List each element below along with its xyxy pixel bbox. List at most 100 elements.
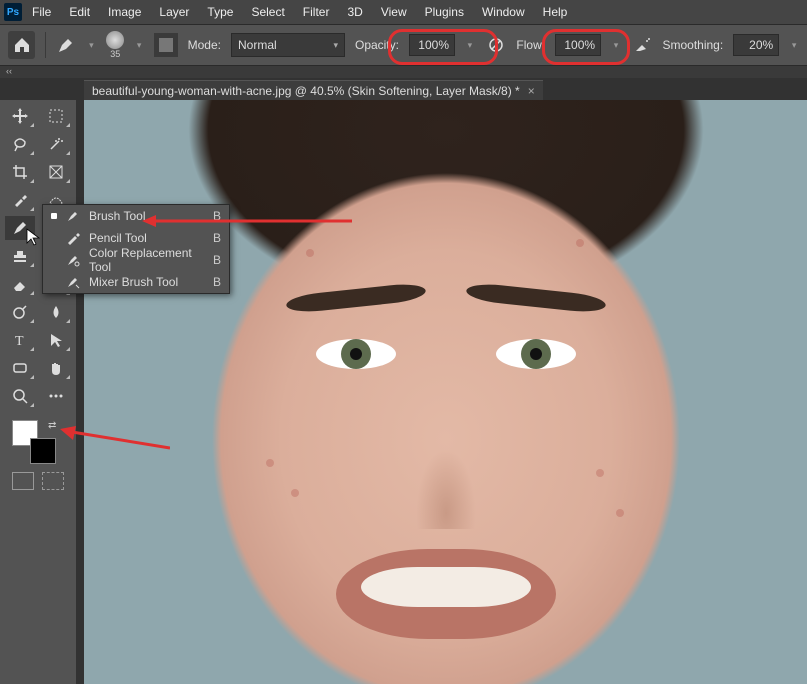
swap-colors-icon[interactable]: ⇄	[48, 420, 56, 431]
move-tool[interactable]	[5, 104, 35, 128]
opacity-chevron-icon[interactable]: ▾	[465, 40, 475, 51]
menu-plugins[interactable]: Plugins	[417, 2, 472, 22]
hand-tool[interactable]	[41, 356, 71, 380]
type-icon: T	[11, 331, 29, 349]
document-title: beautiful-young-woman-with-acne.jpg @ 40…	[92, 84, 520, 98]
menu-help[interactable]: Help	[535, 2, 576, 22]
brush-icon	[56, 35, 76, 55]
background-color-swatch[interactable]	[30, 438, 56, 464]
move-icon	[11, 107, 29, 125]
opacity-label: Opacity:	[355, 38, 399, 52]
menu-layer[interactable]: Layer	[151, 2, 197, 22]
opacity-input[interactable]: 100%	[409, 34, 455, 56]
eyedropper-tool[interactable]	[5, 188, 35, 212]
pen-tool[interactable]	[5, 300, 35, 324]
flyout-shortcut: B	[213, 275, 221, 289]
image-face	[196, 129, 696, 684]
dodge-icon	[11, 303, 29, 321]
blur-icon	[47, 303, 65, 321]
flow-chevron-icon[interactable]: ▾	[611, 40, 621, 51]
airbrush-toggle[interactable]	[631, 34, 653, 56]
panel-collapse-handle[interactable]: ‹‹	[0, 66, 807, 78]
mixer-brush-icon	[65, 275, 81, 289]
crop-tool[interactable]	[5, 160, 35, 184]
brush-tool-flyout: Brush Tool B Pencil Tool B Color Replace…	[42, 204, 230, 294]
quick-mask-row	[0, 472, 76, 490]
menu-view[interactable]: View	[373, 2, 415, 22]
frame-tool[interactable]	[41, 160, 71, 184]
mouse-cursor-icon	[26, 228, 42, 248]
eraser-tool[interactable]	[5, 272, 35, 296]
home-button[interactable]	[8, 31, 35, 59]
mode-value: Normal	[238, 38, 277, 52]
magic-wand-tool[interactable]	[41, 132, 71, 156]
menu-bar: Ps File Edit Image Layer Type Select Fil…	[0, 0, 807, 24]
mode-combo[interactable]: Normal ▾	[231, 33, 345, 57]
menu-edit[interactable]: Edit	[61, 2, 98, 22]
document-image[interactable]	[84, 100, 807, 684]
main-area: T ⇄	[0, 100, 807, 684]
flyout-shortcut: B	[213, 253, 221, 267]
flyout-mixer-brush-tool[interactable]: Mixer Brush Tool B	[43, 271, 229, 293]
flyout-label: Brush Tool	[89, 209, 205, 223]
color-swatches: ⇄	[0, 420, 76, 466]
smoothing-value: 20%	[749, 38, 773, 52]
hand-icon	[47, 359, 65, 377]
blur-tool[interactable]	[41, 300, 71, 324]
flow-input[interactable]: 100%	[555, 34, 601, 56]
zoom-tool[interactable]	[5, 384, 35, 408]
canvas-area	[76, 100, 807, 684]
menu-image[interactable]: Image	[100, 2, 149, 22]
brush-icon	[65, 209, 81, 223]
brush-preview[interactable]: 35	[106, 31, 124, 59]
menu-file[interactable]: File	[24, 2, 59, 22]
image-eyebrow	[465, 281, 606, 314]
menu-3d[interactable]: 3D	[339, 2, 370, 22]
flyout-label: Color Replacement Tool	[89, 246, 205, 274]
edit-toolbar[interactable]	[41, 384, 71, 408]
image-eye	[316, 339, 396, 369]
options-bar: ▾ 35 ▾ Mode: Normal ▾ Opacity: 100% ▾ Fl…	[0, 24, 807, 66]
menu-type[interactable]: Type	[199, 2, 241, 22]
flyout-color-replacement-tool[interactable]: Color Replacement Tool B	[43, 249, 229, 271]
screen-mode-toggle[interactable]	[42, 472, 64, 490]
brush-panel-toggle[interactable]	[154, 33, 178, 57]
arrow-icon	[47, 331, 65, 349]
menu-filter[interactable]: Filter	[295, 2, 338, 22]
image-nose	[416, 449, 476, 529]
tool-preset-chevron-icon[interactable]: ▾	[86, 40, 96, 51]
pressure-opacity-icon	[487, 36, 505, 54]
eraser-icon	[11, 275, 29, 293]
lasso-tool[interactable]	[5, 132, 35, 156]
brush-picker-chevron-icon[interactable]: ▾	[134, 40, 144, 51]
rect-icon	[11, 359, 29, 377]
close-tab-icon[interactable]: ×	[528, 84, 535, 98]
document-tab[interactable]: beautiful-young-woman-with-acne.jpg @ 40…	[84, 80, 543, 101]
menu-select[interactable]: Select	[243, 2, 292, 22]
zoom-icon	[11, 387, 29, 405]
app-logo: Ps	[4, 3, 22, 21]
flyout-shortcut: B	[213, 209, 221, 223]
pressure-opacity-toggle[interactable]	[485, 34, 507, 56]
flyout-label: Pencil Tool	[89, 231, 205, 245]
brush-tip-icon	[106, 31, 124, 49]
smoothing-chevron-icon[interactable]: ▾	[789, 40, 799, 51]
path-selection-tool[interactable]	[41, 328, 71, 352]
menu-window[interactable]: Window	[474, 2, 533, 22]
quick-mask-toggle[interactable]	[12, 472, 34, 490]
type-tool[interactable]: T	[5, 328, 35, 352]
smoothing-label: Smoothing:	[662, 38, 723, 52]
crop-icon	[11, 163, 29, 181]
chevron-down-icon: ▾	[333, 40, 338, 51]
mode-label: Mode:	[188, 38, 221, 52]
image-eye	[496, 339, 576, 369]
brush-panel-icon	[159, 38, 173, 52]
marquee-icon	[47, 107, 65, 125]
tool-preset-picker[interactable]	[56, 35, 76, 55]
flyout-brush-tool[interactable]: Brush Tool B	[43, 205, 229, 227]
smoothing-input[interactable]: 20%	[733, 34, 779, 56]
opacity-value: 100%	[418, 38, 449, 52]
shape-tool[interactable]	[5, 356, 35, 380]
lasso-icon	[11, 135, 29, 153]
marquee-tool[interactable]	[41, 104, 71, 128]
